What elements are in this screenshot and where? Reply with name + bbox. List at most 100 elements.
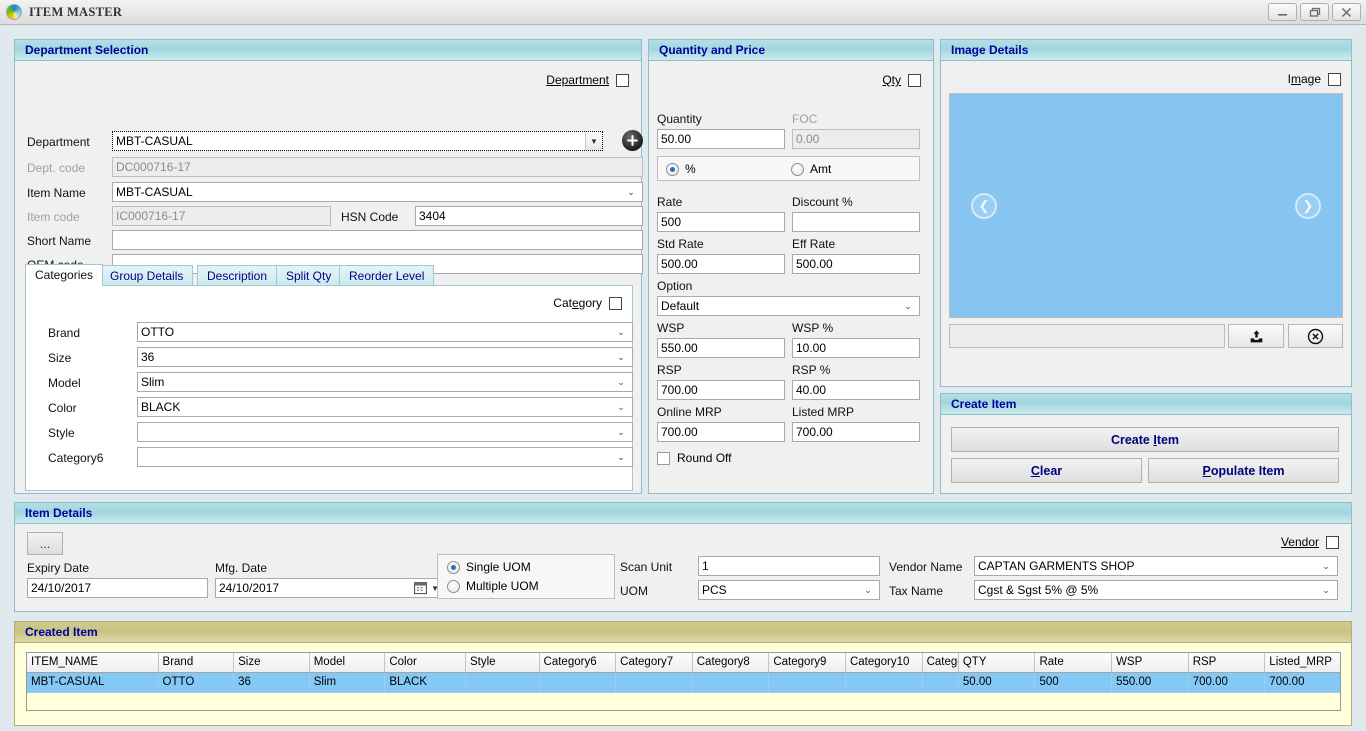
created-item-grid[interactable]: ITEM_NAME Brand Size Model Color Style C… (26, 652, 1341, 711)
vendor-header-checkbox[interactable] (1326, 535, 1339, 549)
browse-ellipsis-button[interactable]: ... (27, 532, 63, 555)
tab-reorder-level[interactable]: Reorder Level (339, 265, 435, 286)
restore-button[interactable] (1300, 3, 1329, 21)
uom-combobox[interactable]: PCS ⌄ (698, 580, 880, 600)
tab-categories[interactable]: Categories (25, 264, 104, 286)
clear-image-button[interactable] (1288, 324, 1343, 348)
model-combobox[interactable]: Slim ⌄ (137, 372, 633, 392)
item-name-combobox-value: MBT-CASUAL (116, 185, 193, 199)
department-header-checkbox-label: Department (546, 73, 609, 87)
category-checkbox[interactable] (609, 296, 622, 310)
department-header-checkbox[interactable] (616, 73, 629, 87)
tax-name-combobox[interactable]: Cgst & Sgst 5% @ 5% ⌄ (974, 580, 1338, 600)
created-item-body: ITEM_NAME Brand Size Model Color Style C… (15, 643, 1351, 725)
image-header-checkbox-row[interactable]: Image (1288, 72, 1341, 86)
column-header-wsp[interactable]: WSP (1111, 653, 1189, 673)
clear-button[interactable]: Clear (951, 458, 1142, 483)
upload-image-button[interactable] (1228, 324, 1284, 348)
color-label: Color (48, 401, 77, 415)
radio-single-uom[interactable]: Single UOM (447, 560, 531, 574)
eff-rate-field[interactable]: 500.00 (792, 254, 920, 274)
column-header-style[interactable]: Style (465, 653, 540, 673)
image-details-title: Image Details (941, 40, 1351, 61)
column-header-size[interactable]: Size (233, 653, 310, 673)
chevron-right-circle-icon[interactable]: ❯ (1295, 193, 1321, 219)
rsp-percent-field[interactable]: 40.00 (792, 380, 920, 400)
discount-field[interactable] (792, 212, 920, 232)
std-rate-field[interactable]: 500.00 (657, 254, 785, 274)
mfg-date-field: 24/10/2017 (219, 581, 280, 595)
listed-mrp-field[interactable]: 700.00 (792, 422, 920, 442)
column-header-qty[interactable]: QTY (958, 653, 1036, 673)
round-off-checkbox-row[interactable]: Round Off (657, 451, 731, 465)
column-header-rate[interactable]: Rate (1034, 653, 1113, 673)
add-department-button[interactable] (622, 130, 643, 151)
table-row[interactable]: MBT-CASUAL OTTO 36 Slim BLACK 50.00 500 … (27, 672, 1340, 693)
item-name-combobox[interactable]: MBT-CASUAL ⌄ (112, 182, 643, 202)
column-header-category8[interactable]: Category8 (692, 653, 770, 673)
column-header-category7[interactable]: Category7 (615, 653, 693, 673)
close-button[interactable] (1332, 3, 1361, 21)
short-name-field[interactable] (112, 230, 643, 250)
department-combobox[interactable]: MBT-CASUAL ▼ (112, 131, 603, 151)
populate-item-button[interactable]: Populate Item (1148, 458, 1339, 483)
column-header-category6[interactable]: Category6 (539, 653, 617, 673)
chevron-left-circle-icon[interactable]: ❮ (971, 193, 997, 219)
image-header-checkbox[interactable] (1328, 72, 1341, 86)
color-combobox[interactable]: BLACK ⌄ (137, 397, 633, 417)
quantity-field[interactable]: 50.00 (657, 129, 785, 149)
qty-header-checkbox-row[interactable]: Qty (882, 73, 921, 87)
category6-combobox[interactable]: ⌄ (137, 447, 633, 467)
radio-multiple-uom-indicator (447, 579, 460, 593)
chevron-down-icon: ⌄ (904, 300, 912, 311)
department-header-checkbox-row[interactable]: Department (546, 73, 629, 87)
mfg-date-label: Mfg. Date (215, 561, 268, 575)
model-combobox-value: Slim (141, 375, 165, 389)
mfg-date-picker[interactable]: 24/10/2017 ▼ (215, 578, 444, 598)
calendar-icon[interactable] (414, 581, 427, 595)
hsn-code-field[interactable]: 3404 (415, 206, 643, 226)
column-header-category10[interactable]: Category10 (845, 653, 923, 673)
minimize-button[interactable] (1268, 3, 1297, 21)
create-item-button[interactable]: Create Item (951, 427, 1339, 452)
tab-description[interactable]: Description (197, 265, 278, 286)
expiry-date-field[interactable]: 24/10/2017 (27, 578, 208, 598)
radio-amount[interactable]: Amt (791, 162, 831, 176)
column-header-listed-mrp[interactable]: Listed_MRP (1264, 653, 1340, 673)
image-preview-canvas[interactable]: ❮ ❯ (949, 93, 1343, 318)
round-off-checkbox[interactable] (657, 451, 670, 465)
radio-percent[interactable]: % (666, 162, 696, 176)
column-header-model[interactable]: Model (309, 653, 386, 673)
column-header-rsp[interactable]: RSP (1188, 653, 1266, 673)
column-header-category1[interactable]: Category1 (922, 653, 959, 673)
department-combobox-value: MBT-CASUAL (116, 134, 193, 148)
column-header-color[interactable]: Color (384, 653, 466, 673)
rsp-field[interactable]: 700.00 (657, 380, 785, 400)
tab-group-details[interactable]: Group Details (100, 265, 194, 286)
qty-header-checkbox[interactable] (908, 73, 921, 87)
wsp-field[interactable]: 550.00 (657, 338, 785, 358)
image-path-field[interactable] (949, 324, 1225, 348)
scan-unit-field[interactable]: 1 (698, 556, 880, 576)
vendor-name-combobox[interactable]: CAPTAN GARMENTS SHOP ⌄ (974, 556, 1338, 576)
vendor-header-checkbox-row[interactable]: Vendor (1281, 535, 1339, 549)
column-header-category9[interactable]: Category9 (768, 653, 846, 673)
chevron-down-icon: ⌄ (617, 351, 625, 362)
style-combobox[interactable]: ⌄ (137, 422, 633, 442)
wsp-percent-field[interactable]: 10.00 (792, 338, 920, 358)
tab-split-qty[interactable]: Split Qty (276, 265, 342, 286)
quantity-and-price-body: Qty Quantity 50.00 FOC 0.00 % Amt Rate 5… (649, 61, 933, 493)
tax-name-label: Tax Name (889, 584, 944, 598)
created-item-panel: Created Item ITEM_NAME Brand Size Model … (14, 621, 1352, 726)
column-header-item-name[interactable]: ITEM_NAME (27, 653, 159, 673)
category-checkbox-row[interactable]: Category (553, 296, 622, 310)
online-mrp-field[interactable]: 700.00 (657, 422, 785, 442)
cell-qty: 50.00 (958, 672, 1036, 693)
brand-combobox[interactable]: OTTO ⌄ (137, 322, 633, 342)
option-combobox[interactable]: Default ⌄ (657, 296, 920, 316)
column-header-brand[interactable]: Brand (158, 653, 235, 673)
rate-field[interactable]: 500 (657, 212, 785, 232)
populate-item-button-label: Populate Item (1202, 463, 1285, 478)
radio-multiple-uom[interactable]: Multiple UOM (447, 579, 539, 593)
size-combobox[interactable]: 36 ⌄ (137, 347, 633, 367)
